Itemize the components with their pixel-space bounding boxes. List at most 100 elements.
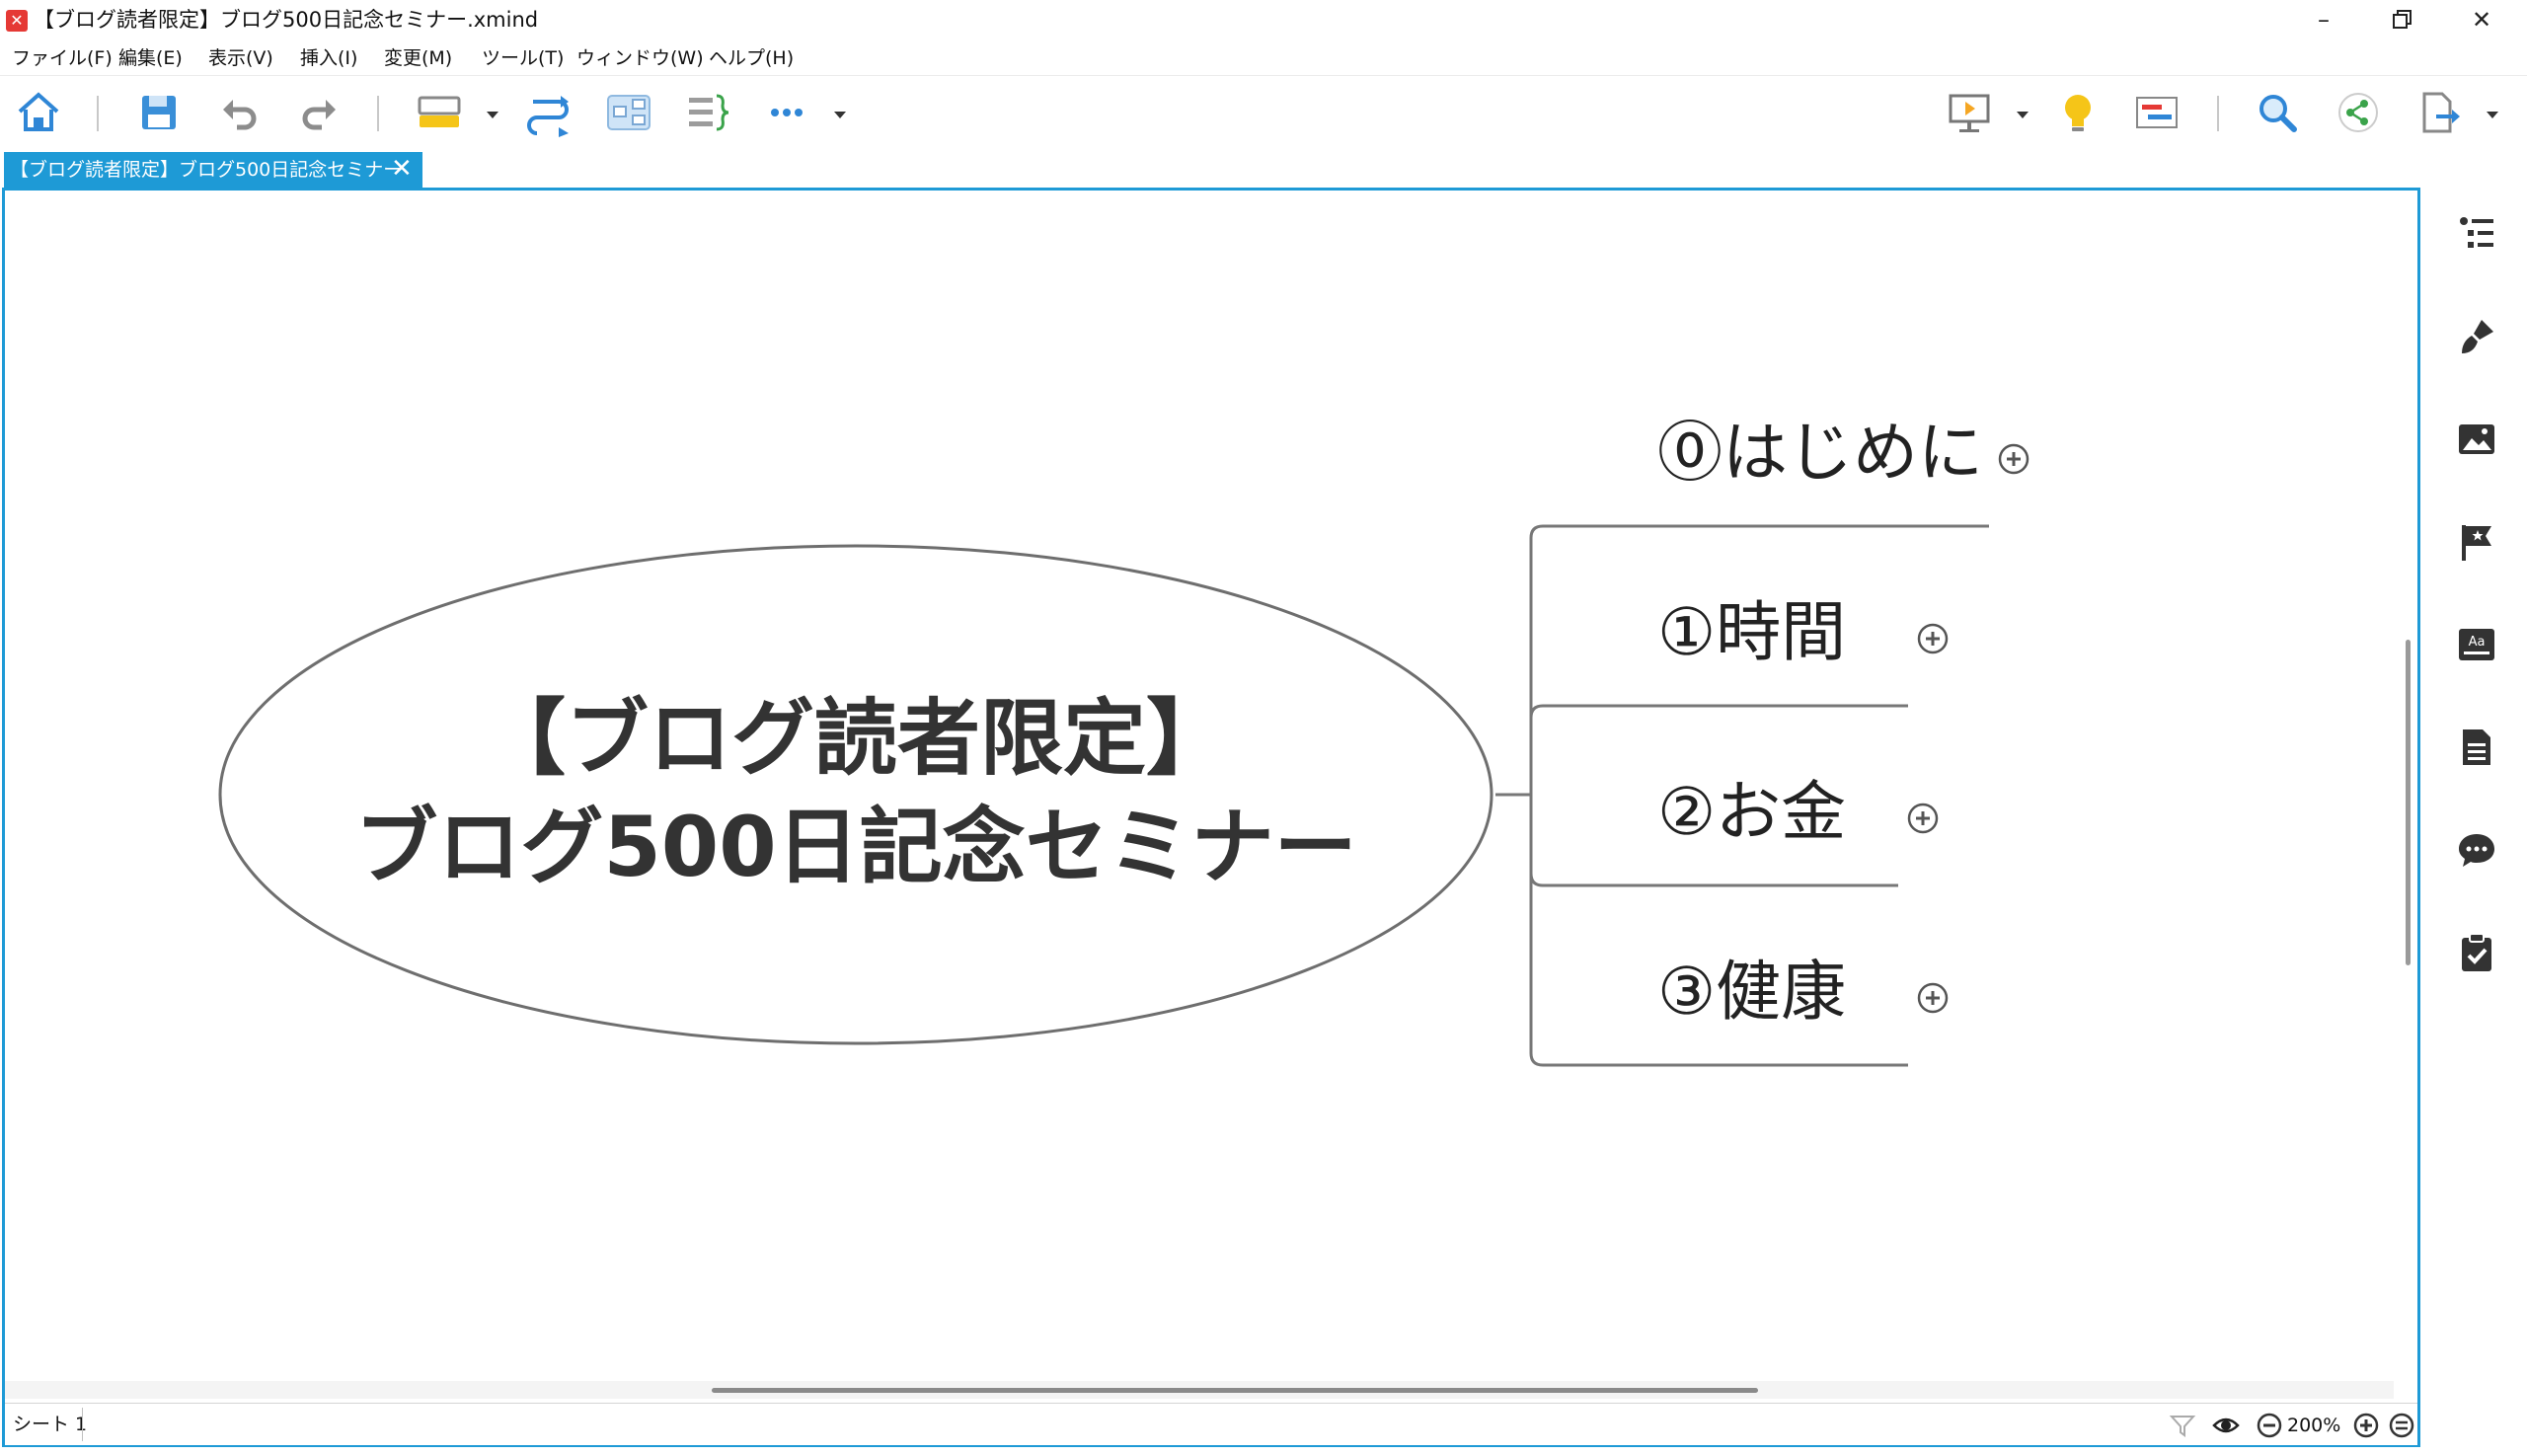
comments-button[interactable] — [2456, 829, 2497, 871]
relationship-button[interactable] — [523, 88, 573, 137]
redo-button[interactable] — [294, 88, 344, 137]
gantt-button[interactable] — [2132, 88, 2182, 137]
zoom-level: 200% — [2287, 1415, 2341, 1436]
paint-brush-icon — [2462, 320, 2493, 353]
central-topic-line2[interactable]: ブログ500日記念セミナー — [214, 793, 1497, 901]
tab-document[interactable]: 【ブログ読者限定】ブログ500日記念セミナー ✕ — [4, 152, 422, 188]
topic-icon — [418, 96, 461, 127]
presentation-icon — [1949, 94, 1990, 132]
more-dropdown-button[interactable] — [831, 106, 849, 123]
more-button[interactable] — [762, 88, 811, 137]
central-topic-line1[interactable]: 【ブログ読者限定】 — [214, 684, 1497, 793]
boundary-icon — [607, 95, 651, 130]
expand-topic-1-button[interactable] — [1916, 622, 1950, 655]
outline-icon — [2460, 217, 2493, 248]
tab-close-button[interactable]: ✕ — [391, 154, 413, 184]
summary-icon — [689, 94, 729, 131]
topic-dropdown-button[interactable] — [484, 106, 501, 123]
title-bar: ✕ 【ブログ読者限定】ブログ500日記念セミナー.xmind – ✕ — [0, 0, 2527, 39]
expand-topic-0-button[interactable] — [1997, 442, 2030, 476]
clipboard-check-icon — [2462, 933, 2491, 971]
close-window-button[interactable]: ✕ — [2442, 0, 2521, 39]
task-button[interactable] — [2456, 932, 2497, 973]
topic-button[interactable] — [415, 88, 464, 137]
menu-help[interactable]: ヘルプ(H) — [709, 45, 794, 71]
filter-button[interactable] — [2169, 1412, 2196, 1439]
status-bar: シート 1 200% — [5, 1403, 2417, 1445]
more-icon — [771, 109, 803, 116]
comment-icon — [2459, 834, 2494, 867]
presentation-button[interactable] — [1945, 88, 1994, 137]
outliner-button[interactable] — [2456, 213, 2497, 255]
vertical-scrollbar[interactable] — [2406, 640, 2411, 965]
document-icon — [2463, 729, 2490, 765]
brainstorming-button[interactable] — [2053, 88, 2103, 137]
svg-text:Aa: Aa — [2469, 635, 2486, 650]
menu-edit[interactable]: 編集(E) — [118, 45, 183, 71]
toolbar — [0, 75, 2527, 149]
menu-view[interactable]: 表示(V) — [208, 45, 273, 71]
chevron-down-icon — [487, 112, 498, 118]
save-button[interactable] — [134, 88, 184, 137]
undo-button[interactable] — [215, 88, 265, 137]
style-button[interactable]: Aa — [2456, 624, 2497, 665]
menu-modify[interactable]: 変更(M) — [384, 45, 452, 71]
menu-window[interactable]: ウィンドウ(W) — [576, 45, 704, 71]
window-title: 【ブログ読者限定】ブログ500日記念セミナー.xmind — [34, 8, 539, 32]
chevron-down-icon — [2017, 112, 2029, 118]
menu-tools[interactable]: ツール(T) — [482, 45, 564, 71]
sheet-separator — [82, 1408, 83, 1441]
chevron-down-icon — [2487, 112, 2498, 118]
topic-1[interactable]: ①時間 — [1657, 593, 1846, 672]
toolbar-separator — [97, 96, 99, 131]
xmind-logo-icon: ✕ — [6, 10, 28, 32]
topic-3[interactable]: ③健康 — [1657, 953, 1846, 1032]
expand-topic-2-button[interactable] — [1906, 802, 1940, 835]
zoom-out-button[interactable] — [2256, 1412, 2283, 1439]
summary-button[interactable] — [683, 88, 732, 137]
format-button[interactable] — [2456, 316, 2497, 357]
export-button[interactable] — [2414, 88, 2464, 137]
horizontal-scrollbar[interactable] — [712, 1388, 1758, 1393]
zoom-menu-button[interactable] — [2388, 1412, 2415, 1439]
home-icon — [18, 92, 59, 131]
home-button[interactable] — [14, 88, 63, 137]
restore-icon — [2393, 10, 2412, 29]
mindmap-editor: 【ブログ読者限定】 ブログ500日記念セミナー ⓪はじめに ①時間 ②お金 ③健… — [2, 188, 2420, 1447]
topic-0[interactable]: ⓪はじめに — [1657, 414, 1983, 493]
menu-file[interactable]: ファイル(F) — [12, 45, 113, 71]
boundary-button[interactable] — [604, 88, 653, 137]
relationship-icon — [527, 96, 569, 137]
search-button[interactable] — [2253, 88, 2302, 137]
marker-button[interactable] — [2456, 521, 2497, 563]
restore-button[interactable] — [2363, 0, 2442, 39]
mindmap-canvas[interactable]: 【ブログ読者限定】 ブログ500日記念セミナー ⓪はじめに ①時間 ②お金 ③健… — [5, 191, 2394, 1379]
equals-icon — [2389, 1413, 2414, 1438]
topic-2[interactable]: ②お金 — [1657, 773, 1846, 852]
undo-icon — [223, 100, 257, 130]
image-icon — [2459, 424, 2494, 454]
presentation-dropdown-button[interactable] — [2014, 106, 2031, 123]
save-icon — [142, 96, 176, 129]
menu-insert[interactable]: 挿入(I) — [300, 45, 357, 71]
share-icon — [2338, 93, 2378, 132]
right-panel-bar: Aa — [2424, 188, 2527, 1456]
redo-icon — [302, 100, 336, 130]
image-button[interactable] — [2456, 419, 2497, 460]
search-icon — [2259, 95, 2297, 132]
toolbar-separator — [2217, 96, 2219, 131]
flag-icon — [2462, 525, 2491, 561]
toolbar-separator — [377, 96, 379, 131]
view-toggle-button[interactable] — [2212, 1412, 2240, 1439]
menu-bar: ファイル(F) 編集(E) 表示(V) 挿入(I) 変更(M) ツール(T) ウ… — [0, 41, 2527, 73]
minimize-button[interactable]: – — [2284, 0, 2363, 39]
notes-button[interactable] — [2456, 727, 2497, 768]
export-dropdown-button[interactable] — [2484, 106, 2501, 123]
expand-topic-3-button[interactable] — [1916, 981, 1950, 1015]
sheet-tab[interactable]: シート 1 — [13, 1412, 87, 1437]
share-button[interactable] — [2334, 88, 2383, 137]
gantt-icon — [2136, 97, 2178, 128]
text-style-icon: Aa — [2459, 629, 2494, 660]
zoom-in-button[interactable] — [2352, 1412, 2380, 1439]
tab-label: 【ブログ読者限定】ブログ500日記念セミナー — [10, 159, 403, 181]
